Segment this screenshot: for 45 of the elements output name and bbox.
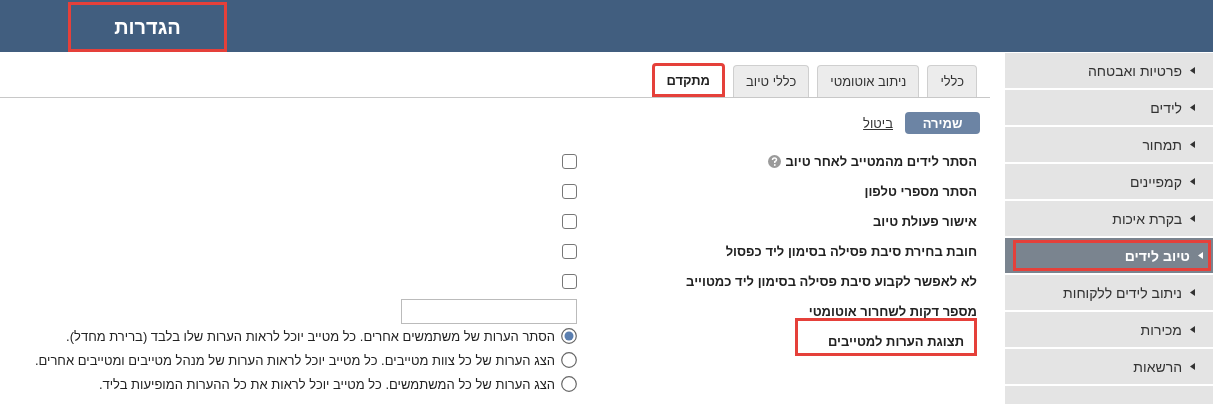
tab[interactable]: כללי — [927, 65, 977, 97]
triangle-icon — [1190, 67, 1195, 74]
triangle-icon — [1190, 104, 1195, 111]
sidebar-item[interactable]: ניתוב לידים ללקוחות — [1005, 275, 1213, 310]
sidebar-item[interactable]: לידים — [1005, 90, 1213, 125]
triangle-icon — [1190, 289, 1195, 296]
setting-label: מספר דקות לשחרור אוטומטי — [808, 302, 977, 321]
sidebar-item[interactable]: טיוב לידים — [1005, 238, 1213, 273]
triangle-icon — [1190, 363, 1195, 370]
triangle-icon — [1190, 215, 1195, 222]
checkbox[interactable] — [562, 153, 577, 169]
sidebar-item[interactable]: מכירות — [1005, 312, 1213, 347]
setting-label: הסתר לידים מהמטייב לאחר טיוב — [785, 152, 977, 171]
tab[interactable]: ניתוב אוטומטי — [817, 65, 920, 97]
sidebar-item[interactable]: קמפיינים — [1005, 164, 1213, 199]
tab[interactable]: כללי טיוב — [733, 65, 810, 97]
triangle-icon — [1190, 178, 1195, 185]
checkbox[interactable] — [562, 183, 577, 199]
sidebar-item[interactable]: פרטיות ואבטחה — [1005, 53, 1213, 88]
help-icon[interactable] — [767, 154, 781, 168]
sidebar-item[interactable]: תמחור — [1005, 127, 1213, 162]
page-title: הגדרות — [68, 2, 227, 52]
checkbox[interactable] — [562, 273, 577, 289]
checkbox[interactable] — [562, 243, 577, 259]
radio-label: הסתר הערות של משתמשים אחרים. כל מטייב יוכל לראות הערות שלו בלבד (ברירת מחדל). — [66, 328, 555, 344]
setting-label: תצוגת הערות למטייבים — [795, 318, 977, 356]
radio-button[interactable] — [561, 376, 577, 392]
sidebar-item[interactable]: הרשאות — [1005, 349, 1213, 384]
checkbox[interactable] — [562, 213, 577, 229]
save-button[interactable]: שמירה — [905, 112, 980, 134]
radio-label: הצג הערות של כל המשתמשים. כל מטייב יוכל לראות את כל ההערות המופיעות בליד. — [98, 376, 555, 392]
input-field[interactable] — [401, 298, 577, 324]
cancel-link[interactable]: ביטול — [863, 115, 893, 131]
triangle-icon — [1190, 141, 1195, 148]
triangle-icon — [1198, 252, 1203, 259]
radio-button[interactable] — [561, 328, 577, 344]
tab[interactable]: מתקדם — [651, 63, 726, 97]
radio-button[interactable] — [561, 352, 577, 368]
setting-label: הסתר מספרי טלפון — [864, 182, 977, 201]
setting-label: חובת בחירת סיבת פסילה בסימון ליד כפסול — [725, 242, 977, 261]
setting-label: אישור פעולת טיוב — [873, 212, 977, 231]
radio-label: הצג הערות של כל צוות מטייבים. כל מטייב יוכל לראות הערות של מנהל מטייבים ומטייבים אחרים. — [34, 352, 555, 368]
triangle-icon — [1190, 326, 1195, 333]
sidebar-item[interactable]: בקרת איכות — [1005, 201, 1213, 236]
setting-label: לא לאפשר לקבוע סיבת פסילה בסימון ליד כמטוייב — [686, 272, 977, 291]
